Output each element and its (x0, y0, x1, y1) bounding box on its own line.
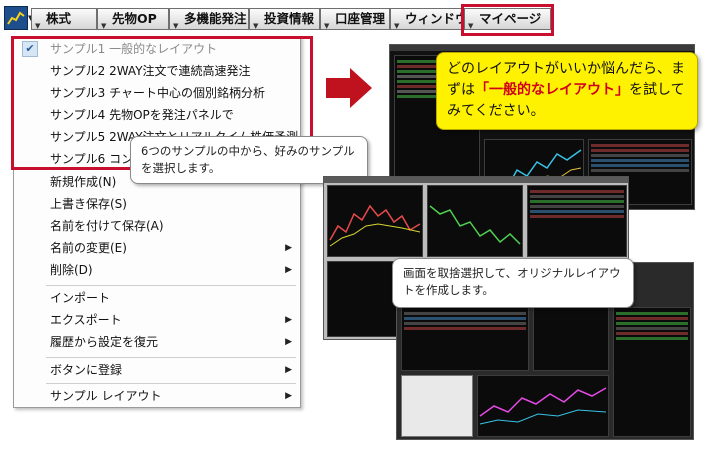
order-panel (401, 307, 529, 371)
trade-panel (401, 375, 473, 437)
callout-original-layout: 画面を取捨選択して、オリジナルレイアウトを作成します。 (392, 258, 634, 308)
window-titlebar (390, 45, 694, 51)
menu-item-overwrite-save[interactable]: 上書き保存(S) (14, 193, 300, 215)
chevron-down-icon: ▼ (35, 22, 41, 30)
right-arrow-icon (326, 68, 372, 108)
menu-button-investment-info[interactable]: ▼ 投資情報 (249, 8, 320, 30)
menu-button-label: 多機能発注 (184, 11, 247, 26)
menu-item-save-as[interactable]: 名前を付けて保存(A) (14, 215, 300, 237)
menu-button-label: 投資情報 (264, 11, 315, 26)
menu-button-multi-order[interactable]: ▼ 多機能発注 (169, 8, 249, 30)
realtime-chart-panel (477, 375, 609, 437)
chevron-down-icon: ▼ (394, 22, 400, 30)
menu-separator (46, 357, 296, 358)
callout-text: 6つのサンプルの中から、好みのサンプルを選択します。 (141, 144, 355, 175)
line-chart-icon (7, 11, 25, 25)
menu-item-label: 新規作成(N) (50, 175, 117, 189)
submenu-arrow-icon: ▶ (285, 337, 292, 347)
chevron-down-icon: ▼ (253, 22, 259, 30)
menu-item-label: エクスポート (50, 313, 122, 327)
candlestick-chart-panel (327, 185, 423, 257)
menu-item-label: ボタンに登録 (50, 363, 123, 377)
order-book-panel (533, 307, 609, 371)
submenu-arrow-icon: ▶ (285, 265, 292, 275)
menu-item-import[interactable]: インポート (14, 287, 300, 309)
board-panel (527, 185, 627, 257)
menu-item-register-button[interactable]: ボタンに登録 ▶ (14, 359, 300, 381)
line-chart-graphic (429, 205, 521, 245)
menu-item-label: 履歴から設定を復元 (50, 335, 159, 349)
submenu-arrow-icon: ▶ (285, 391, 292, 401)
chevron-down-icon: ▼ (173, 22, 179, 30)
candlestick-graphic (329, 204, 421, 247)
multi-chart-panel (427, 185, 523, 257)
menu-button-futures-options[interactable]: ▼ 先物OP (97, 8, 169, 30)
menu-item-label: 削除(D) (50, 263, 93, 277)
menu-item-export[interactable]: エクスポート ▶ (14, 309, 300, 331)
menu-button-label: 口座管理 (335, 11, 386, 26)
menu-item-rename[interactable]: 名前の変更(E) ▶ (14, 237, 300, 259)
main-toolbar: ▼ ▼ 株式 ▼ 先物OP ▼ 多機能発注 ▼ 投資情報 ▼ 口座管理 ▼ ウィ… (0, 0, 709, 38)
callout-recommend-general-layout: どのレイアウトがいいか悩んだら、まずは「一般的なレイアウト」を試してみてください… (436, 52, 698, 130)
menu-item-label: 名前の変更(E) (50, 241, 127, 255)
menu-button-label: ウィンドウ (405, 11, 468, 26)
callout-text: 画面を取捨選択して、オリジナルレイアウトを作成します。 (403, 266, 621, 297)
menu-item-restore-history[interactable]: 履歴から設定を復元 ▶ (14, 331, 300, 353)
menu-separator (46, 285, 296, 286)
menu-button-label: 先物OP (112, 11, 157, 26)
callout-highlight-text: 「一般的なレイアウト」 (475, 82, 629, 98)
mypage-highlight-frame (461, 4, 554, 36)
submenu-arrow-icon: ▶ (285, 315, 292, 325)
submenu-arrow-icon: ▶ (285, 243, 292, 253)
chevron-down-icon: ▼ (101, 22, 107, 30)
menu-item-sample-layout[interactable]: サンプル レイアウト ▶ (14, 385, 300, 407)
menu-item-label: サンプル レイアウト (50, 389, 162, 403)
menu-button-account[interactable]: ▼ 口座管理 (320, 8, 390, 30)
submenu-arrow-icon: ▶ (285, 365, 292, 375)
menu-separator (46, 383, 296, 384)
menu-button-label: 株式 (46, 11, 72, 26)
realtime-chart-graphic (479, 387, 607, 425)
menu-button-window[interactable]: ▼ ウィンドウ (390, 8, 468, 30)
menu-button-stocks[interactable]: ▼ 株式 (31, 8, 97, 30)
watchlist-panel (327, 261, 399, 337)
chevron-down-icon: ▼ (324, 22, 330, 30)
window-titlebar (324, 177, 628, 183)
menu-item-delete[interactable]: 削除(D) ▶ (14, 259, 300, 281)
menu-item-label: 名前を付けて保存(A) (50, 219, 164, 233)
menu-item-label: 上書き保存(S) (50, 197, 127, 211)
chart-app-icon[interactable] (4, 6, 28, 30)
quote-list-panel (613, 307, 691, 437)
menu-item-label: インポート (50, 291, 111, 305)
